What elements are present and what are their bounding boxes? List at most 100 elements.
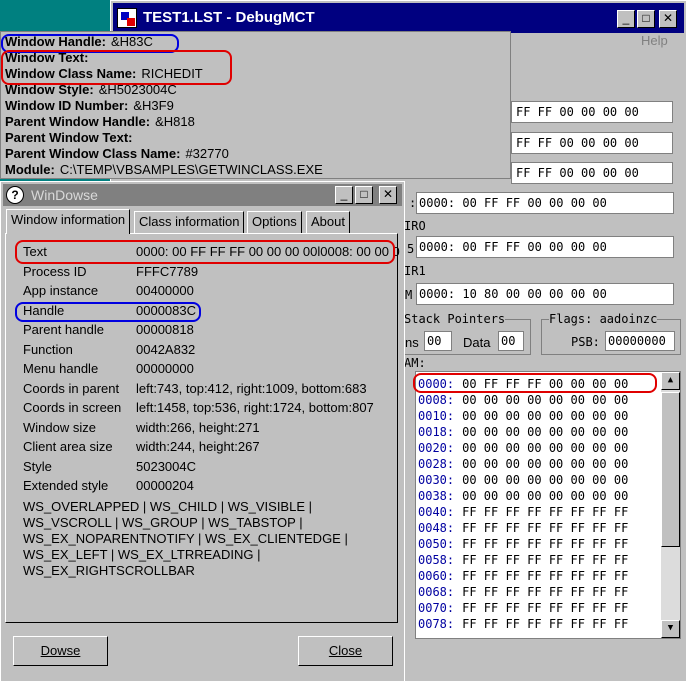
ram-row[interactable]: 0058: FF FF FF FF FF FF FF FF: [418, 552, 628, 568]
info-value: #32770: [185, 146, 229, 161]
ram-address: 0018:: [418, 425, 455, 439]
field-value[interactable]: FFFC7789: [136, 263, 198, 281]
window-title: TEST1.LST - DebugMCT: [143, 9, 315, 26]
ram-address: 0038:: [418, 489, 455, 503]
dowse-button[interactable]: Dowse: [13, 636, 108, 666]
field-value[interactable]: width:266, height:271: [136, 419, 260, 437]
ram-row[interactable]: 0070: FF FF FF FF FF FF FF FF: [418, 600, 628, 616]
info-row: Window ID Number: &H3F9: [5, 98, 174, 114]
annotation-red-text: [15, 240, 395, 264]
annotation-red-ram: [413, 373, 657, 393]
ram-row[interactable]: 0068: FF FF FF FF FF FF FF FF: [418, 584, 628, 600]
ram-hex: 00 00 00 00 00 00 00 00: [462, 409, 629, 423]
hex-field[interactable]: 0000: 00 FF FF 00 00 00 00: [416, 236, 674, 258]
info-value: C:\TEMP\VBSAMPLES\GETWINCLASS.EXE: [59, 162, 323, 177]
minimize-button[interactable]: _: [617, 10, 635, 28]
hex-field[interactable]: FF FF 00 00 00 00: [511, 162, 673, 184]
hex-field[interactable]: 0000: 00 FF FF 00 00 00 00: [416, 192, 674, 214]
app-icon: [117, 8, 137, 28]
field-value[interactable]: 00000000: [136, 360, 194, 378]
close-button[interactable]: Close: [298, 636, 393, 666]
ram-row[interactable]: 0060: FF FF FF FF FF FF FF FF: [418, 568, 628, 584]
scroll-thumb[interactable]: [661, 392, 680, 547]
ram-row[interactable]: 0018: 00 00 00 00 00 00 00 00: [418, 424, 628, 440]
ram-hex: 00 00 00 00 00 00 00 00: [462, 473, 629, 487]
field-value[interactable]: left:743, top:412, right:1009, bottom:68…: [136, 380, 367, 398]
field-label: Parent handle: [23, 322, 104, 337]
ram-hex: FF FF FF FF FF FF FF FF: [462, 553, 629, 567]
ir1-label: IR1: [404, 264, 426, 278]
info-label: Parent Window Handle:: [5, 114, 151, 129]
windowse-title: WinDowse: [31, 187, 98, 203]
ram-hex: 00 00 00 00 00 00 00 00: [462, 457, 629, 471]
info-label: Window ID Number:: [5, 98, 129, 113]
ram-row[interactable]: 0038: 00 00 00 00 00 00 00 00: [418, 488, 628, 504]
debugmct-titlebar[interactable]: TEST1.LST - DebugMCT _ □ ✕: [113, 3, 684, 33]
ram-address: 0050:: [418, 537, 455, 551]
tab-class-information[interactable]: Class information: [134, 211, 245, 233]
ram-row[interactable]: 0040: FF FF FF FF FF FF FF FF: [418, 504, 628, 520]
ns-field[interactable]: 00: [424, 331, 452, 351]
field-label: Window size: [23, 419, 96, 435]
field-value[interactable]: left:1458, top:536, right:1724, bottom:8…: [136, 399, 374, 417]
hex-field[interactable]: 0000: 10 80 00 00 00 00 00: [416, 283, 674, 305]
field-value[interactable]: width:244, height:267: [136, 438, 260, 456]
ram-address: 0068:: [418, 585, 455, 599]
ram-row[interactable]: 0028: 00 00 00 00 00 00 00 00: [418, 456, 628, 472]
ram-row[interactable]: 0078: FF FF FF FF FF FF FF FF: [418, 616, 628, 632]
ram-address: 0030:: [418, 473, 455, 487]
ram-hex: 00 00 00 00 00 00 00 00: [462, 441, 629, 455]
windowse-titlebar[interactable]: ? WinDowse _ □ ✕: [3, 184, 402, 206]
ram-list[interactable]: 0000: 00 FF FF FF 00 00 00 00 0008: 00 00 0…: [415, 371, 681, 639]
info-value: &H3F9: [133, 98, 174, 113]
field-value[interactable]: 00000818: [136, 321, 194, 339]
info-row: Module: C:\TEMP\VBSAMPLES\GETWINCLASS.EXE: [5, 162, 323, 178]
tab-window-information[interactable]: Window information: [6, 209, 131, 234]
menu-help[interactable]: Help: [641, 33, 668, 48]
ns-label: ns: [405, 335, 419, 350]
field-value[interactable]: 5023004C: [136, 458, 196, 476]
close-button[interactable]: ✕: [659, 10, 677, 28]
flags-label: Flags: aadoinzc: [549, 312, 658, 326]
ram-hex: 00 00 00 00 00 00 00 00: [462, 489, 629, 503]
tab-options[interactable]: Options: [247, 211, 302, 233]
iro-label: IRO: [404, 219, 426, 233]
field-label: Extended style: [23, 478, 109, 493]
tab-about[interactable]: About: [306, 211, 350, 233]
minimize-button[interactable]: _: [335, 186, 353, 204]
maximize-button[interactable]: □: [355, 186, 373, 204]
ram-address: 0078:: [418, 617, 455, 631]
ram-row[interactable]: 0048: FF FF FF FF FF FF FF FF: [418, 520, 628, 536]
ram-scrollbar[interactable]: ▲ ▼: [661, 372, 680, 638]
field-value[interactable]: 0042A832: [136, 341, 195, 359]
row-prefix: 5: [407, 242, 415, 256]
field-value[interactable]: 00400000: [136, 282, 194, 300]
scroll-down-button[interactable]: ▼: [661, 620, 680, 638]
ram-row[interactable]: 0030: 00 00 00 00 00 00 00 00: [418, 472, 628, 488]
scroll-up-button[interactable]: ▲: [661, 372, 680, 390]
ram-hex: FF FF FF FF FF FF FF FF: [462, 537, 629, 551]
field-value[interactable]: 00000204: [136, 477, 194, 495]
data-field[interactable]: 00: [498, 331, 524, 351]
ram-row[interactable]: 0020: 00 00 00 00 00 00 00 00: [418, 440, 628, 456]
ram-address: 0008:: [418, 393, 455, 407]
info-row: Parent Window Handle: &H818: [5, 114, 195, 130]
ram-hex: FF FF FF FF FF FF FF FF: [462, 569, 629, 583]
style-flags-line: WS_EX_RIGHTSCROLLBAR: [23, 563, 195, 578]
info-label: Module:: [5, 162, 55, 177]
ram-row[interactable]: 0010: 00 00 00 00 00 00 00 00: [418, 408, 628, 424]
psb-label: PSB:: [571, 335, 600, 349]
annotation-red-text-class: [1, 50, 232, 85]
help-icon: ?: [6, 186, 24, 204]
psb-field[interactable]: 00000000: [605, 331, 675, 351]
ram-hex: FF FF FF FF FF FF FF FF: [462, 585, 629, 599]
ram-row[interactable]: 0008: 00 00 00 00 00 00 00 00: [418, 392, 628, 408]
field-label: Style: [23, 458, 52, 474]
hex-field[interactable]: FF FF 00 00 00 00: [511, 101, 673, 123]
hex-field[interactable]: FF FF 00 00 00 00: [511, 132, 673, 154]
ram-address: 0010:: [418, 409, 455, 423]
info-label: Parent Window Class Name:: [5, 146, 181, 161]
ram-row[interactable]: 0050: FF FF FF FF FF FF FF FF: [418, 536, 628, 552]
maximize-button[interactable]: □: [637, 10, 655, 28]
close-button[interactable]: ✕: [379, 186, 397, 204]
